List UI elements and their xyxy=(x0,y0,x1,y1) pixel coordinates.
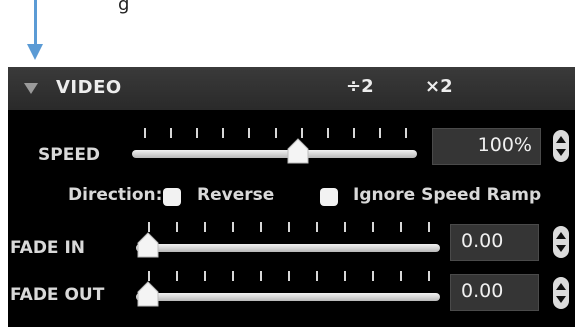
annotation-arrow-icon xyxy=(27,44,43,60)
tick-mark xyxy=(232,222,234,232)
stepper-down-icon[interactable] xyxy=(556,296,566,303)
direction-label: Direction: xyxy=(68,185,163,205)
tick-mark xyxy=(428,222,430,232)
collapse-triangle-icon[interactable] xyxy=(24,83,38,94)
panel-header[interactable]: VIDEO ÷2 ×2 xyxy=(8,67,575,110)
tick-mark xyxy=(260,222,262,232)
tick-mark xyxy=(170,128,173,138)
speed-slider-track[interactable] xyxy=(132,150,417,158)
speed-stepper[interactable] xyxy=(553,130,569,162)
tick-mark xyxy=(232,271,234,281)
tick-mark xyxy=(326,128,329,138)
tick-mark xyxy=(344,271,346,281)
fade-in-label: FADE IN xyxy=(10,238,86,258)
ignore-speed-ramp-checkbox[interactable] xyxy=(320,188,338,206)
stepper-down-icon[interactable] xyxy=(556,149,566,156)
reverse-label[interactable]: Reverse xyxy=(197,185,274,205)
speed-label: SPEED xyxy=(38,145,101,165)
speed-slider-thumb[interactable] xyxy=(286,138,310,164)
tick-mark xyxy=(316,222,318,232)
tick-mark xyxy=(274,128,277,138)
double-speed-button[interactable]: ×2 xyxy=(425,76,453,97)
tick-mark xyxy=(428,271,430,281)
reverse-checkbox[interactable] xyxy=(163,188,181,206)
ignore-speed-ramp-label[interactable]: Ignore Speed Ramp xyxy=(353,185,541,205)
tick-mark xyxy=(260,271,262,281)
tick-mark xyxy=(400,222,402,232)
tick-mark xyxy=(372,222,374,232)
tick-mark xyxy=(378,128,381,138)
annotation-arrow-shaft xyxy=(34,0,37,48)
fade-in-slider-track[interactable] xyxy=(136,244,440,252)
stepper-down-icon[interactable] xyxy=(556,245,566,252)
speed-value-text: 100% xyxy=(477,134,532,156)
fade-in-tick-marks xyxy=(136,222,440,236)
fade-in-value-text: 0.00 xyxy=(461,230,504,252)
halve-speed-button[interactable]: ÷2 xyxy=(346,76,374,97)
tick-mark xyxy=(352,128,355,138)
fade-out-value-text: 0.00 xyxy=(461,280,504,302)
fade-out-slider[interactable] xyxy=(136,271,440,311)
fade-out-slider-track[interactable] xyxy=(136,293,440,301)
fade-in-stepper[interactable] xyxy=(553,226,569,258)
tick-mark xyxy=(344,222,346,232)
speed-slider[interactable] xyxy=(132,128,417,168)
tick-mark xyxy=(196,128,199,138)
fade-out-tick-marks xyxy=(136,271,440,285)
tick-mark xyxy=(144,128,146,138)
tick-mark xyxy=(316,271,318,281)
tick-mark xyxy=(204,271,206,281)
tick-mark xyxy=(222,128,225,138)
panel-title: VIDEO xyxy=(56,77,122,98)
fade-in-slider[interactable] xyxy=(136,222,440,262)
stepper-up-icon[interactable] xyxy=(556,232,566,239)
caption-text: g xyxy=(118,0,130,15)
tick-mark xyxy=(300,128,303,138)
tick-mark xyxy=(288,222,290,232)
tick-mark xyxy=(204,222,206,232)
fade-out-label: FADE OUT xyxy=(10,285,105,305)
tick-mark xyxy=(372,271,374,281)
tick-mark xyxy=(405,128,407,138)
tick-mark xyxy=(148,271,150,281)
fade-in-value-field[interactable]: 0.00 xyxy=(450,224,539,261)
tick-mark xyxy=(148,222,150,232)
stepper-up-icon[interactable] xyxy=(556,283,566,290)
fade-out-slider-thumb[interactable] xyxy=(136,281,160,307)
stepper-up-icon[interactable] xyxy=(556,136,566,143)
video-panel: VIDEO ÷2 ×2 SPEED 100% Direction: Revers… xyxy=(8,67,575,327)
speed-tick-marks xyxy=(132,128,417,142)
tick-mark xyxy=(176,222,178,232)
tick-mark xyxy=(176,271,178,281)
fade-in-slider-thumb[interactable] xyxy=(136,232,160,258)
speed-value-field[interactable]: 100% xyxy=(432,128,541,165)
tick-mark xyxy=(288,271,290,281)
tick-mark xyxy=(400,271,402,281)
fade-out-stepper[interactable] xyxy=(553,277,569,309)
fade-out-value-field[interactable]: 0.00 xyxy=(450,274,539,311)
tick-mark xyxy=(248,128,251,138)
